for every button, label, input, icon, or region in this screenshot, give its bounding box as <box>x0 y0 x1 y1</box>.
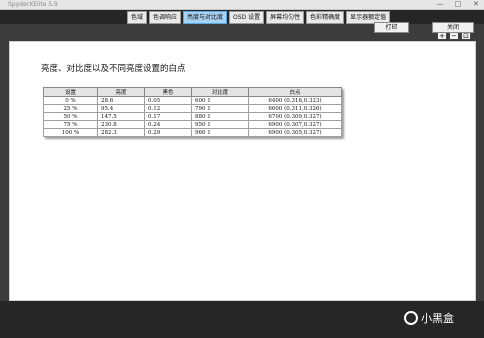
tab-item[interactable]: 亮度与对比度 <box>183 11 228 24</box>
table-cell: 6900 (0.307,0.327) <box>248 120 342 129</box>
table-row: 0 % 28.6 0.05 600 1 6400 (0.316,0.323) <box>43 96 342 105</box>
results-table-wrap: 设置 亮度 黑色 对比度 白点 0 % 28.6 0.05 600 1 6400 (0.… <box>43 87 342 137</box>
tabs: 色域 色调响应 亮度与对比度 OSD 设置 屏幕均匀性 色彩精确度 显示器额定值 <box>127 11 391 24</box>
table-cell: 600 1 <box>191 96 249 105</box>
table-cell: 0.12 <box>144 104 192 113</box>
column-header: 白点 <box>248 87 342 97</box>
watermark-logo-icon <box>404 311 418 325</box>
table-row: 75 % 230.8 0.24 950 1 6900 (0.307,0.327) <box>43 120 342 129</box>
table-row: 25 % 95.4 0.12 790 1 6600 (0.311,0.326) <box>43 104 342 113</box>
title-bar: SpyderXElite 5.9 — □ ✕ <box>0 0 484 10</box>
table-cell: 0.17 <box>144 112 192 121</box>
table-cell: 950 1 <box>191 120 249 129</box>
table-row: 50 % 147.5 0.17 880 1 6700 (0.309,0.327) <box>43 112 342 121</box>
table-cell: 960 1 <box>191 128 249 137</box>
tab-item[interactable]: 色彩精确度 <box>306 11 345 24</box>
window-title: SpyderXElite 5.9 <box>8 1 58 8</box>
table-cell: 880 1 <box>191 112 249 121</box>
table-cell: 0.29 <box>144 128 192 137</box>
column-header: 黑色 <box>144 87 192 97</box>
table-header-row: 设置 亮度 黑色 对比度 白点 <box>43 87 342 97</box>
window-controls: — □ ✕ <box>434 0 482 9</box>
column-header: 设置 <box>43 87 98 97</box>
print-button[interactable]: 打印 <box>374 22 409 33</box>
tab-item[interactable]: 色域 <box>127 11 148 24</box>
tab-item[interactable]: 色调响应 <box>149 11 182 24</box>
column-header: 亮度 <box>97 87 145 97</box>
maximize-icon[interactable]: □ <box>452 0 464 9</box>
table-cell: 100 % <box>43 128 98 137</box>
table-cell: 25 % <box>43 104 98 113</box>
table-cell: 6700 (0.309,0.327) <box>248 112 342 121</box>
tab-item[interactable]: OSD 设置 <box>229 11 265 24</box>
table-cell: 75 % <box>43 120 98 129</box>
table-cell: 50 % <box>43 112 98 121</box>
table-cell: 282.3 <box>97 128 145 137</box>
tab-bar: 色域 色调响应 亮度与对比度 OSD 设置 屏幕均匀性 色彩精确度 显示器额定值 <box>0 10 484 24</box>
table-cell: 0.05 <box>144 96 192 105</box>
watermark: 小黑盒 <box>404 310 454 326</box>
tab-item[interactable]: 屏幕均匀性 <box>266 11 305 24</box>
page-title: 亮度、对比度以及不同亮度设置的白点 <box>41 64 186 74</box>
close-button[interactable]: 关闭 <box>432 22 474 33</box>
report-panel: + − ⊡ 亮度、对比度以及不同亮度设置的白点 设置 亮度 黑色 对比度 白点 … <box>9 30 476 301</box>
column-header: 对比度 <box>191 87 249 97</box>
table-cell: 6600 (0.311,0.326) <box>248 104 342 113</box>
table-cell: 6400 (0.316,0.323) <box>248 96 342 105</box>
close-icon[interactable]: ✕ <box>470 0 482 9</box>
watermark-text: 小黑盒 <box>421 312 454 325</box>
table-row: 100 % 282.3 0.29 960 1 6900 (0.305,0.327) <box>43 128 342 137</box>
table-cell: 0.24 <box>144 120 192 129</box>
minimize-icon[interactable]: — <box>434 0 446 9</box>
table-cell: 230.8 <box>97 120 145 129</box>
table-cell: 95.4 <box>97 104 145 113</box>
results-table: 设置 亮度 黑色 对比度 白点 0 % 28.6 0.05 600 1 6400 (0.… <box>43 87 342 137</box>
table-cell: 28.6 <box>97 96 145 105</box>
table-cell: 147.5 <box>97 112 145 121</box>
table-cell: 790 1 <box>191 104 249 113</box>
table-cell: 0 % <box>43 96 98 105</box>
table-cell: 6900 (0.305,0.327) <box>248 128 342 137</box>
